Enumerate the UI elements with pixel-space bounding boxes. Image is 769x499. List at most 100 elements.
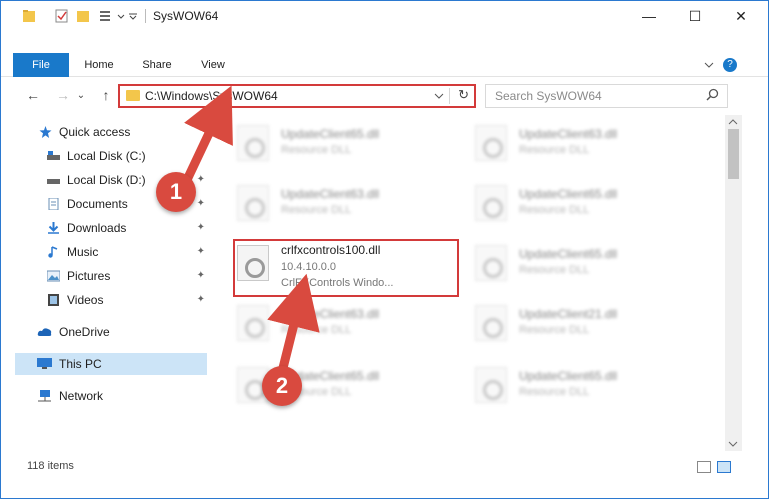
pin-icon: ✦ xyxy=(196,198,205,209)
vertical-scrollbar[interactable] xyxy=(725,115,742,451)
file-name: UpdateClient65.dll xyxy=(519,187,618,201)
step-badge-2: 2 xyxy=(262,366,302,406)
item-count: 118 items xyxy=(27,460,74,472)
help-button[interactable]: ? xyxy=(723,58,737,72)
dll-file-icon xyxy=(475,125,507,161)
file-name: UpdateClient65.dll xyxy=(519,247,618,261)
file-tile[interactable]: UpdateClient65.dll Resource DLL xyxy=(471,359,701,413)
highlight-box xyxy=(233,239,459,297)
sidebar-item-onedrive[interactable]: OneDrive xyxy=(15,321,207,343)
dll-file-icon xyxy=(475,185,507,221)
file-tile[interactable]: UpdateClient65.dll Resource DLL xyxy=(233,117,463,171)
sidebar-item-label: Network xyxy=(59,389,104,403)
recent-locations-button[interactable]: ⌄ xyxy=(75,85,87,105)
file-description: Resource DLL xyxy=(519,264,590,276)
large-icons-view-icon[interactable] xyxy=(717,461,731,473)
sidebar-item-network[interactable]: Network xyxy=(15,385,207,407)
file-name: UpdateClient63.dll xyxy=(519,127,618,141)
scroll-down-icon[interactable] xyxy=(728,439,738,449)
close-button[interactable]: ✕ xyxy=(718,1,764,31)
pictures-icon xyxy=(47,270,60,282)
address-separator xyxy=(449,88,450,104)
file-tile[interactable]: UpdateClient63.dll Resource DLL xyxy=(233,297,463,351)
sidebar-item-label: Pictures xyxy=(67,269,111,283)
scroll-up-icon[interactable] xyxy=(728,117,738,127)
address-bar[interactable]: C:\Windows\SysWOW64 ↻ xyxy=(118,84,476,108)
up-button[interactable]: ↑ xyxy=(96,85,116,105)
sidebar-item-local-disk-c[interactable]: Local Disk (C:) xyxy=(15,145,207,167)
search-box[interactable]: Search SysWOW64 xyxy=(485,84,728,108)
documents-icon xyxy=(48,198,59,210)
sidebar-item-this-pc[interactable]: This PC xyxy=(15,353,207,375)
details-view-icon[interactable] xyxy=(697,461,711,473)
dll-file-icon xyxy=(475,245,507,281)
sidebar-item-music[interactable]: Music ✦ xyxy=(15,241,207,263)
sidebar-item-label: Documents xyxy=(67,197,128,211)
file-description: Resource DLL xyxy=(281,144,352,156)
scroll-thumb[interactable] xyxy=(728,129,739,179)
file-name: UpdateClient63.dll xyxy=(281,187,380,201)
ribbon: File Home Share View ? xyxy=(1,53,768,77)
refresh-button[interactable]: ↻ xyxy=(458,87,469,103)
file-tile[interactable]: UpdateClient65.dll Resource DLL xyxy=(471,237,701,291)
tab-share[interactable]: Share xyxy=(133,53,181,77)
pin-icon: ✦ xyxy=(196,174,205,185)
title-bar: SysWOW64 — ☐ ✕ xyxy=(1,1,768,31)
sidebar-item-label: Local Disk (C:) xyxy=(67,149,146,163)
customize-toolbar-icon[interactable] xyxy=(128,9,138,23)
file-tile[interactable]: UpdateClient63.dll Resource DLL xyxy=(471,117,701,171)
view-options-icon[interactable] xyxy=(99,9,113,23)
chevron-down-icon[interactable] xyxy=(704,60,714,70)
properties-icon[interactable] xyxy=(55,9,69,23)
explorer-window: SysWOW64 — ☐ ✕ File Home Share View ? ← … xyxy=(0,0,769,499)
file-tile[interactable]: UpdateClient65.dll Resource DLL xyxy=(471,177,701,231)
file-description: Resource DLL xyxy=(519,144,590,156)
dll-file-icon xyxy=(475,305,507,341)
file-description: Resource DLL xyxy=(519,324,590,336)
tab-file[interactable]: File xyxy=(13,53,69,77)
sidebar-item-label: Videos xyxy=(67,293,104,307)
file-description: Resource DLL xyxy=(281,204,352,216)
file-name: UpdateClient65.dll xyxy=(519,369,618,383)
title-separator xyxy=(145,9,146,23)
sidebar-item-label: OneDrive xyxy=(59,325,110,339)
pin-icon: ✦ xyxy=(196,294,205,305)
navigation-bar: ← → ⌄ ↑ C:\Windows\SysWOW64 ↻ Search Sys… xyxy=(1,81,768,111)
file-tile[interactable]: UpdateClient63.dll Resource DLL xyxy=(233,177,463,231)
dll-file-icon xyxy=(237,185,269,221)
search-input[interactable]: Search SysWOW64 xyxy=(495,89,602,103)
minimize-button[interactable]: — xyxy=(626,1,672,31)
maximize-button[interactable]: ☐ xyxy=(672,1,718,31)
network-icon xyxy=(38,390,51,402)
back-button[interactable]: ← xyxy=(23,85,43,105)
sidebar-item-downloads[interactable]: Downloads ✦ xyxy=(15,217,207,239)
download-icon xyxy=(48,222,59,234)
chevron-down-icon[interactable] xyxy=(117,9,125,23)
search-icon[interactable] xyxy=(706,88,719,101)
tab-home[interactable]: Home xyxy=(75,53,123,77)
pin-icon: ✦ xyxy=(196,246,205,257)
sidebar-item-label: This PC xyxy=(59,357,102,371)
folder-icon[interactable] xyxy=(23,9,37,23)
music-icon xyxy=(48,246,58,258)
sidebar-item-videos[interactable]: Videos ✦ xyxy=(15,289,207,311)
file-description: Resource DLL xyxy=(519,204,590,216)
chevron-down-icon[interactable] xyxy=(434,87,444,105)
dll-file-icon xyxy=(475,367,507,403)
new-folder-icon[interactable] xyxy=(77,9,91,23)
forward-button[interactable]: → xyxy=(53,85,73,105)
step-badge-1: 1 xyxy=(156,172,196,212)
file-tile[interactable]: UpdateClient21.dll Resource DLL xyxy=(471,297,701,351)
drive-icon xyxy=(47,151,60,160)
file-description: Resource DLL xyxy=(519,386,590,398)
videos-icon xyxy=(48,294,59,306)
tab-view[interactable]: View xyxy=(189,53,237,77)
sidebar-item-label: Quick access xyxy=(59,125,131,139)
sidebar-item-quick-access[interactable]: Quick access xyxy=(15,121,207,143)
address-path[interactable]: C:\Windows\SysWOW64 xyxy=(145,89,278,103)
pin-icon: ✦ xyxy=(196,270,205,281)
pin-icon: ✦ xyxy=(196,222,205,233)
sidebar-item-pictures[interactable]: Pictures ✦ xyxy=(15,265,207,287)
sidebar-item-label: Local Disk (D:) xyxy=(67,173,146,187)
folder-icon xyxy=(126,90,140,101)
